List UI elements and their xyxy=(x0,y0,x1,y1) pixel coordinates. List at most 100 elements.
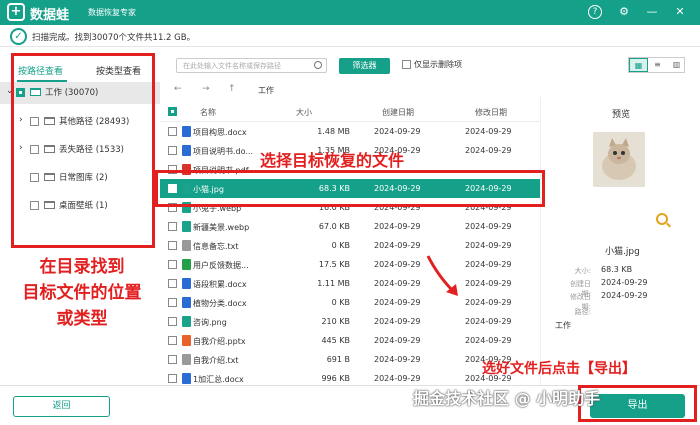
row-checkbox[interactable] xyxy=(168,146,177,155)
row-checkbox[interactable] xyxy=(168,355,177,364)
annotation-box-row xyxy=(155,170,545,207)
preview-title: 预览 xyxy=(612,110,631,120)
file-modified: 2024-09-29 xyxy=(465,317,512,326)
file-type-icon xyxy=(182,373,191,384)
file-name: 1加汇总.docx xyxy=(193,375,244,384)
col-name[interactable]: 名称 xyxy=(200,107,216,118)
zoom-icon[interactable] xyxy=(656,213,668,225)
file-type-icon xyxy=(182,259,191,270)
file-created: 2024-09-29 xyxy=(374,355,421,364)
preview-thumbnail xyxy=(593,132,645,187)
file-modified: 2024-09-29 xyxy=(465,298,512,307)
file-row[interactable]: 咨询.png 210 KB 2024-09-29 2024-09-29 xyxy=(160,312,540,331)
file-row[interactable]: 新疆美景.webp 67.0 KB 2024-09-29 2024-09-29 xyxy=(160,217,540,236)
file-row[interactable]: 项目构思.docx 1.48 MB 2024-09-29 2024-09-29 xyxy=(160,122,540,141)
file-created: 2024-09-29 xyxy=(374,317,421,326)
view-mode-switch: ▦ ≡ ▥ xyxy=(628,57,685,73)
file-created: 2024-09-29 xyxy=(374,374,421,383)
detail-view-icon[interactable]: ▥ xyxy=(667,58,686,72)
row-checkbox[interactable] xyxy=(168,241,177,250)
file-row[interactable]: 信息备忘.txt 0 KB 2024-09-29 2024-09-29 xyxy=(160,236,540,255)
app-logo-icon: + xyxy=(7,3,25,21)
file-created: 2024-09-29 xyxy=(374,279,421,288)
file-row[interactable]: 自我介绍.pptx 445 KB 2024-09-29 2024-09-29 xyxy=(160,331,540,350)
file-row[interactable]: 用户反馈数据... 17.5 KB 2024-09-29 2024-09-29 xyxy=(160,255,540,274)
file-name: 新疆美景.webp xyxy=(193,223,250,232)
preview-size-label: 大小: xyxy=(574,267,591,275)
file-name: 自我介绍.txt xyxy=(193,356,239,365)
row-checkbox[interactable] xyxy=(168,336,177,345)
filter-button[interactable]: 筛选器 xyxy=(339,58,390,74)
row-checkbox[interactable] xyxy=(168,374,177,383)
preview-path: 工作 xyxy=(555,321,571,330)
file-type-icon xyxy=(182,278,191,289)
file-type-icon xyxy=(182,126,191,137)
file-row[interactable]: 植物分类.docx 0 KB 2024-09-29 2024-09-29 xyxy=(160,293,540,312)
file-modified: 2024-09-29 xyxy=(465,241,512,250)
row-checkbox[interactable] xyxy=(168,260,177,269)
annotation-select-file: 选择目标恢复的文件 xyxy=(260,151,405,170)
path-nav: ← → ↑ 工作 xyxy=(172,84,532,98)
row-checkbox[interactable] xyxy=(168,127,177,136)
preview-file-name: 小猫.jpg xyxy=(605,247,640,257)
back-arrow-icon[interactable]: ← xyxy=(174,84,182,94)
file-modified: 2024-09-29 xyxy=(465,146,512,155)
file-type-icon xyxy=(182,354,191,365)
file-size: 1.48 MB xyxy=(317,127,350,136)
file-type-icon xyxy=(182,221,191,232)
preview-path-label: 路径: xyxy=(574,308,591,316)
annotation-find-location: 在目录找到 目标文件的位置 或类型 xyxy=(22,257,142,329)
row-checkbox[interactable] xyxy=(168,298,177,307)
file-type-icon xyxy=(182,316,191,327)
close-icon[interactable]: ✕ xyxy=(673,5,687,19)
file-list-header: 名称 大小 创建日期 修改日期 xyxy=(160,102,540,122)
file-name: 自我介绍.pptx xyxy=(193,337,246,346)
file-size: 996 KB xyxy=(321,374,350,383)
file-type-icon xyxy=(182,335,191,346)
scan-status-text: 扫描完成。找到30070个文件共11.2 GB。 xyxy=(32,33,196,43)
list-view-icon[interactable]: ≡ xyxy=(648,58,667,72)
file-created: 2024-09-29 xyxy=(374,298,421,307)
up-arrow-icon[interactable]: ↑ xyxy=(228,84,236,94)
title-bar: + 数据蛙 数据恢复专家 ? ⚙ — ✕ xyxy=(0,0,700,25)
preview-divider xyxy=(540,97,541,397)
row-checkbox[interactable] xyxy=(168,317,177,326)
file-row[interactable]: 语段积累.docx 1.11 MB 2024-09-29 2024-09-29 xyxy=(160,274,540,293)
back-button[interactable]: 返回 xyxy=(13,396,110,417)
search-input[interactable]: 在此处输入文件名称或保存路径 xyxy=(176,58,327,73)
only-deleted-checkbox[interactable] xyxy=(402,60,411,69)
search-placeholder: 在此处输入文件名称或保存路径 xyxy=(183,62,281,70)
file-type-icon xyxy=(182,297,191,308)
file-size: 445 KB xyxy=(321,336,350,345)
file-size: 17.5 KB xyxy=(318,260,350,269)
col-modified[interactable]: 修改日期 xyxy=(475,107,507,118)
file-modified: 2024-09-29 xyxy=(465,222,512,231)
preview-modified: 2024-09-29 xyxy=(601,291,648,300)
help-icon[interactable]: ? xyxy=(588,5,602,19)
file-created: 2024-09-29 xyxy=(374,241,421,250)
file-modified: 2024-09-29 xyxy=(465,127,512,136)
grid-view-icon[interactable]: ▦ xyxy=(629,58,648,72)
file-created: 2024-09-29 xyxy=(374,222,421,231)
row-checkbox[interactable] xyxy=(168,222,177,231)
file-modified: 2024-09-29 xyxy=(465,260,512,269)
col-created[interactable]: 创建日期 xyxy=(382,107,414,118)
col-size[interactable]: 大小 xyxy=(296,107,312,118)
search-icon[interactable] xyxy=(314,61,322,69)
file-created: 2024-09-29 xyxy=(374,260,421,269)
row-checkbox[interactable] xyxy=(168,279,177,288)
status-bar: ✓ 扫描完成。找到30070个文件共11.2 GB。 xyxy=(0,25,700,47)
select-all-checkbox[interactable] xyxy=(168,107,177,116)
forward-arrow-icon[interactable]: → xyxy=(202,84,210,94)
file-modified: 2024-09-29 xyxy=(465,336,512,345)
file-name: 植物分类.docx xyxy=(193,299,247,308)
annotation-export-hint: 选好文件后点击【导出】 xyxy=(482,361,636,377)
file-name: 项目构思.docx xyxy=(193,128,247,137)
settings-icon[interactable]: ⚙ xyxy=(617,5,631,19)
file-name: 用户反馈数据... xyxy=(193,261,249,270)
minimize-icon[interactable]: — xyxy=(645,5,659,19)
file-size: 210 KB xyxy=(321,317,350,326)
annotation-arrow-icon xyxy=(426,255,458,296)
only-deleted-label: 仅显示删除项 xyxy=(414,60,462,69)
file-size: 1.11 MB xyxy=(317,279,350,288)
